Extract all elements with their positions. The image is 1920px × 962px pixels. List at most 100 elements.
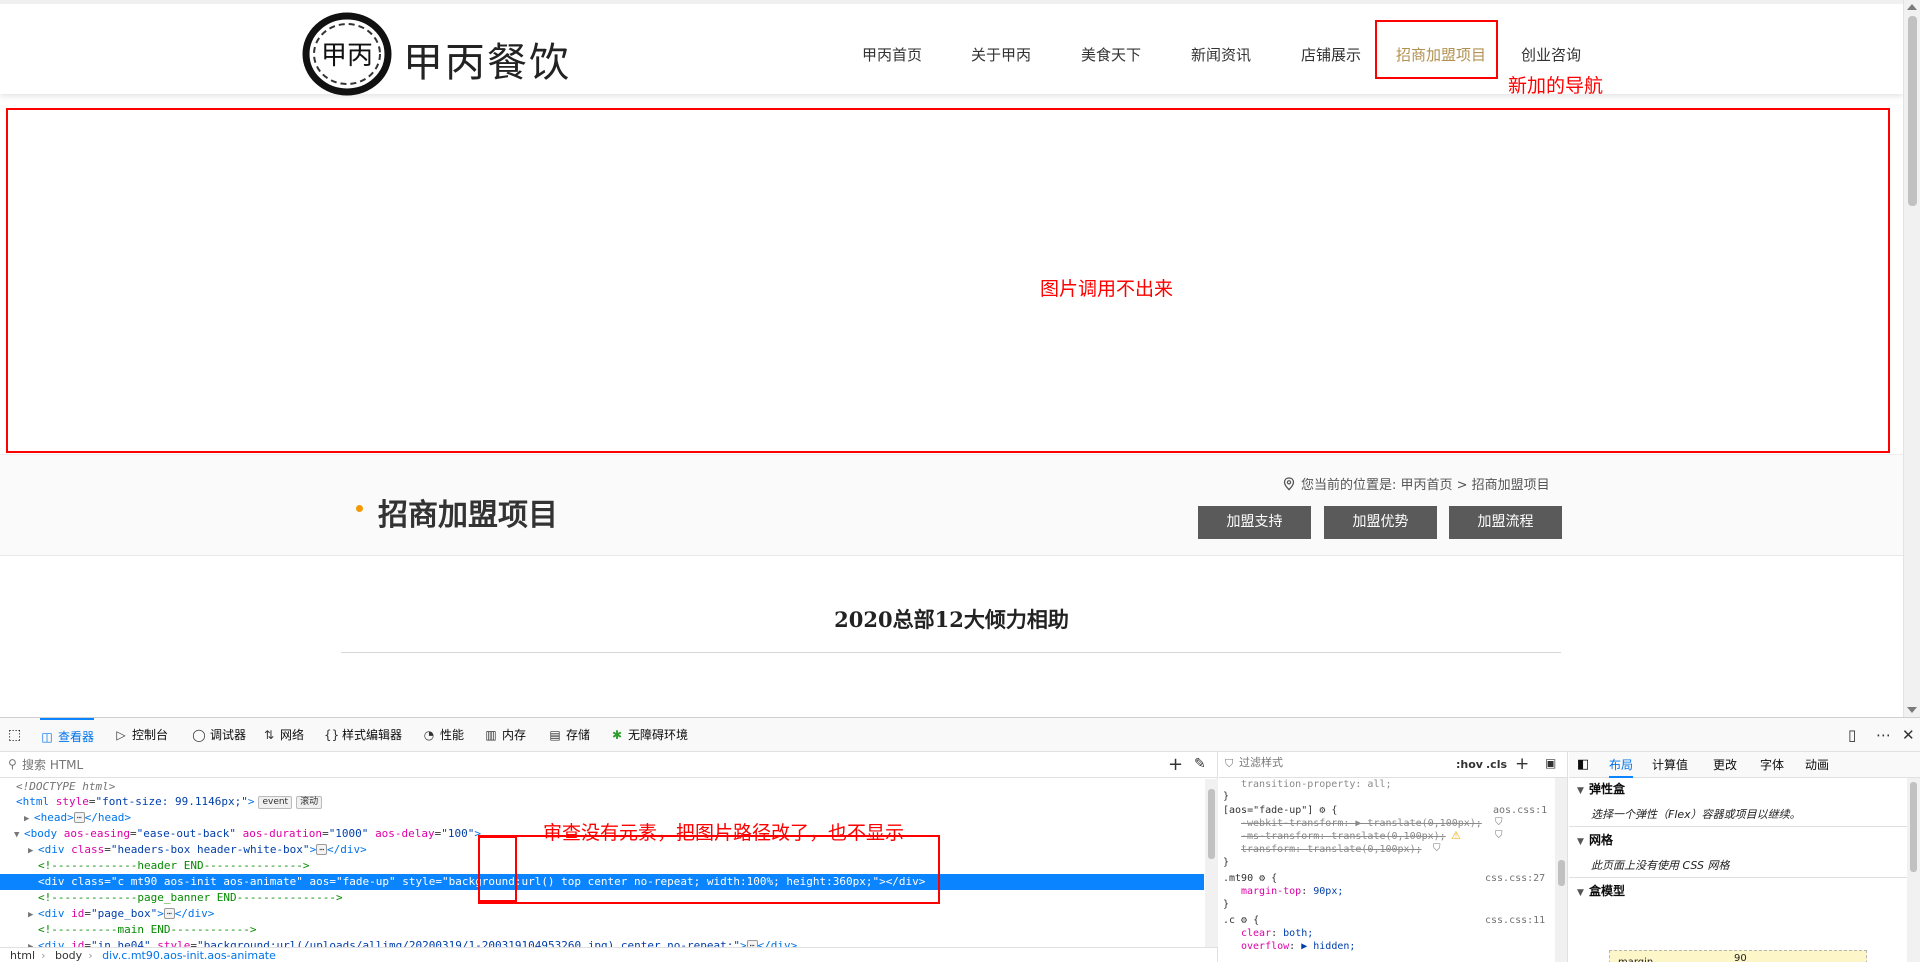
tree-row[interactable]: <!----------main END------------> bbox=[0, 922, 1204, 938]
tab-memory-label: 内存 bbox=[502, 728, 527, 742]
tab-accessibility[interactable]: ✱ 无障碍环境 bbox=[610, 718, 688, 752]
close-icon[interactable]: ✕ bbox=[1902, 726, 1915, 744]
crumb-selected-div[interactable]: div.c.mt90.aos-init.aos-animate bbox=[102, 949, 276, 962]
rule-source-link[interactable]: css.css:11 bbox=[1485, 914, 1545, 927]
tab-inspector-label: 查看器 bbox=[58, 730, 95, 744]
nav-item-startup[interactable]: 创业咨询 bbox=[1521, 44, 1581, 65]
rules-panel: ⛉ :hov .cls + ▣ transition-property: all… bbox=[1219, 752, 1568, 962]
tab-network-label: 网络 bbox=[280, 728, 305, 742]
html-search-input[interactable] bbox=[22, 758, 1122, 772]
box-margin-value[interactable]: 90 bbox=[1734, 953, 1747, 962]
styles-filter-input[interactable] bbox=[1239, 756, 1439, 769]
tab-style-editor[interactable]: {} 样式编辑器 bbox=[324, 718, 402, 752]
add-node-icon[interactable]: + bbox=[1168, 754, 1183, 775]
crumb-html[interactable]: html bbox=[10, 949, 35, 962]
nav-item-food[interactable]: 美食天下 bbox=[1081, 44, 1141, 65]
rule-declaration[interactable]: overflow: ▶ hidden; bbox=[1241, 940, 1355, 953]
franchise-advantage-button[interactable]: 加盟优势 bbox=[1324, 506, 1437, 539]
eyedropper-icon[interactable]: ✎ bbox=[1194, 756, 1206, 772]
logo-text[interactable]: 甲丙餐饮 bbox=[403, 30, 571, 88]
tab-debugger[interactable]: ◯ 调试器 bbox=[192, 718, 246, 752]
filter-icon[interactable]: ⛉ bbox=[1433, 843, 1441, 854]
tab-performance[interactable]: ◔ 性能 bbox=[422, 718, 464, 752]
dock-icon[interactable]: ▯ bbox=[1848, 726, 1856, 744]
page-scrollbar[interactable] bbox=[1903, 0, 1920, 717]
hover-state-toggle[interactable]: :hov bbox=[1456, 758, 1483, 771]
nav-item-about[interactable]: 关于甲丙 bbox=[971, 44, 1031, 65]
scroll-down-arrow-icon[interactable] bbox=[1907, 707, 1917, 713]
box-model-diagram: margin 90 border 0 bbox=[1609, 950, 1867, 962]
franchise-process-button[interactable]: 加盟流程 bbox=[1449, 506, 1562, 539]
rule-declaration[interactable]: margin-top: 90px; bbox=[1241, 885, 1343, 898]
rule-source-link[interactable]: aos.css:1 bbox=[1493, 804, 1547, 817]
expand-arrow-icon: ▶ bbox=[28, 910, 34, 920]
tree-highlight-box bbox=[478, 835, 940, 904]
tab-computed[interactable]: 计算值 bbox=[1652, 752, 1688, 778]
tab-memory[interactable]: ▥ 内存 bbox=[484, 718, 526, 752]
rule-declaration[interactable]: clear: both; bbox=[1241, 927, 1313, 940]
rule-declaration-overridden[interactable]: -ms-transform: translate(0,100px); bbox=[1241, 830, 1446, 843]
scroll-badge[interactable]: 滚动 bbox=[296, 796, 323, 809]
grid-section-header[interactable]: ▼ 网格 bbox=[1569, 829, 1920, 851]
tab-network[interactable]: ⇅ 网络 bbox=[262, 718, 304, 752]
tab-style-editor-label: 样式编辑器 bbox=[342, 728, 403, 742]
rule-declaration-overridden[interactable]: transform: translate(0,100px); bbox=[1241, 843, 1422, 856]
storage-icon: ▤ bbox=[549, 728, 561, 742]
warning-icon[interactable]: ⚠ bbox=[1451, 829, 1461, 842]
layout-scrollbar[interactable] bbox=[1907, 778, 1920, 962]
add-rule-icon[interactable]: + bbox=[1515, 754, 1529, 774]
rule-declaration-overridden[interactable]: -webkit-transform: ▶ translate(0,100px); bbox=[1241, 817, 1482, 830]
nav-item-news[interactable]: 新闻资讯 bbox=[1191, 44, 1251, 65]
tree-row[interactable]: ▶ <div id="page_box"> ⋯ </div> bbox=[0, 906, 1204, 922]
tab-fonts[interactable]: 字体 bbox=[1760, 752, 1784, 778]
tab-inspector[interactable]: ◫ 查看器 bbox=[40, 718, 95, 752]
rules-scrollbar[interactable] bbox=[1555, 778, 1567, 962]
rule-line: transition-property: all; bbox=[1241, 779, 1392, 790]
boxmodel-section-header[interactable]: ▼ 盒模型 bbox=[1569, 880, 1920, 902]
tab-storage-label: 存储 bbox=[566, 728, 591, 742]
tab-layout[interactable]: 布局 bbox=[1609, 752, 1634, 778]
tab-animations[interactable]: 动画 bbox=[1805, 752, 1829, 778]
devtools-toolbar: ⬚ ◫ 查看器 ▷ 控制台 ◯ 调试器 ⇅ 网络 {} 样式编辑器 ◔ 性能 ▥ 内存 ▤ 存储… bbox=[0, 718, 1920, 752]
rule-source-link[interactable]: css.css:27 bbox=[1485, 872, 1545, 885]
more-options-icon[interactable]: ⋯ bbox=[1876, 726, 1891, 744]
scroll-up-arrow-icon[interactable] bbox=[1907, 4, 1917, 10]
tree-row[interactable]: <!DOCTYPE html> bbox=[0, 779, 1204, 795]
box-margin-label: margin bbox=[1618, 957, 1653, 962]
nav-item-stores[interactable]: 店铺展示 bbox=[1301, 44, 1361, 65]
nav-item-home[interactable]: 甲丙首页 bbox=[862, 44, 922, 65]
logo-seal-icon[interactable]: 甲丙 bbox=[302, 12, 392, 96]
event-badge[interactable]: event bbox=[258, 796, 293, 809]
inspector-icon: ◫ bbox=[41, 730, 53, 744]
rule-selector[interactable]: .mt90 ⚙ {css.css:27 bbox=[1223, 872, 1545, 885]
tab-storage[interactable]: ▤ 存储 bbox=[548, 718, 590, 752]
rule-selector[interactable]: [aos="fade-up"] ⚙ {aos.css:1 bbox=[1223, 804, 1547, 817]
search-icon: ⚲ bbox=[8, 757, 17, 771]
filter-icon[interactable]: ⛉ bbox=[1495, 830, 1503, 841]
collapse-arrow-icon: ▼ bbox=[1577, 888, 1584, 898]
crumb-body[interactable]: body bbox=[55, 949, 82, 962]
tab-changes[interactable]: 更改 bbox=[1713, 752, 1737, 778]
flexbox-section-header[interactable]: ▼ 弹性盒 bbox=[1569, 778, 1920, 800]
scrollbar-thumb[interactable] bbox=[1208, 789, 1215, 859]
devtools-panel: ⬚ ◫ 查看器 ▷ 控制台 ◯ 调试器 ⇅ 网络 {} 样式编辑器 ◔ 性能 ▥ 内存 ▤ 存储… bbox=[0, 717, 1920, 962]
tab-console[interactable]: ▷ 控制台 bbox=[114, 718, 168, 752]
rule-selector[interactable]: .c ⚙ {css.css:11 bbox=[1223, 914, 1545, 927]
collapse-arrow-icon: ▼ bbox=[1577, 786, 1584, 796]
console-icon: ▷ bbox=[116, 728, 126, 742]
sidebar-toggle-icon[interactable]: ◧ bbox=[1577, 752, 1589, 778]
class-toggle[interactable]: .cls bbox=[1486, 758, 1507, 771]
franchise-support-button[interactable]: 加盟支持 bbox=[1198, 506, 1311, 539]
expand-arrow-icon: ▶ bbox=[28, 942, 34, 947]
scrollbar-thumb[interactable] bbox=[1908, 16, 1917, 206]
tab-accessibility-label: 无障碍环境 bbox=[628, 728, 689, 742]
element-picker-icon[interactable]: ⬚ bbox=[8, 718, 21, 752]
scrollbar-thumb[interactable] bbox=[1558, 860, 1565, 886]
scrollbar-thumb[interactable] bbox=[1910, 782, 1917, 872]
accessibility-icon: ✱ bbox=[611, 728, 623, 742]
filter-icon[interactable]: ⛉ bbox=[1495, 817, 1503, 828]
tree-row[interactable]: <html style="font-size: 99.1146px;"> even… bbox=[0, 794, 1204, 810]
print-media-icon[interactable]: ▣ bbox=[1545, 756, 1556, 770]
tree-scrollbar[interactable] bbox=[1205, 779, 1218, 947]
tree-row[interactable]: ▶ <div id="in_he04" style="background:url… bbox=[0, 938, 1204, 947]
